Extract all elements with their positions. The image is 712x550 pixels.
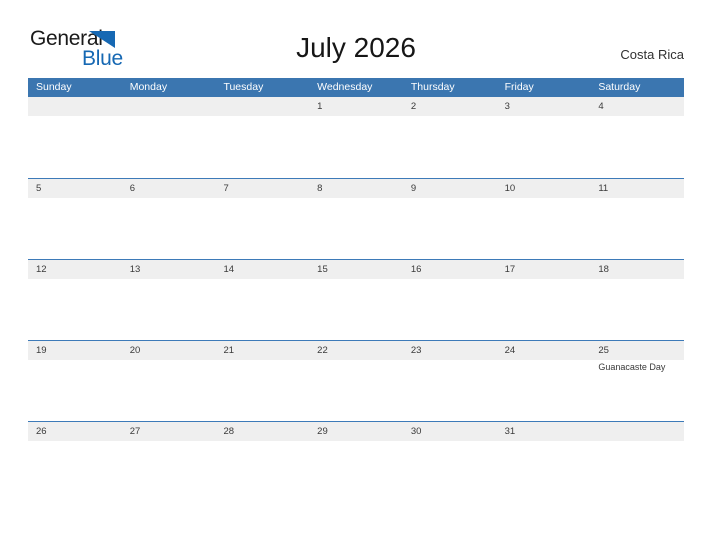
country-label: Costa Rica (620, 47, 684, 62)
day-cell-1[interactable]: 1 (309, 97, 403, 178)
day-cell-empty (590, 422, 684, 502)
page-title: July 2026 (296, 32, 416, 63)
day-number: 28 (223, 426, 235, 437)
day-cell-31[interactable]: 31 (497, 422, 591, 502)
day-number: 11 (598, 183, 609, 194)
week-cells: 5 6 7 8 9 10 11 (28, 179, 684, 259)
day-number: 3 (504, 101, 510, 112)
day-cell-14[interactable]: 14 (215, 260, 309, 340)
day-cell-30[interactable]: 30 (403, 422, 497, 502)
day-cell-19[interactable]: 19 (28, 341, 122, 421)
day-number (28, 97, 122, 116)
week-row: 12 13 14 15 16 17 18 (28, 259, 684, 340)
day-number: 17 (504, 264, 516, 275)
day-cell-24[interactable]: 24 (497, 341, 591, 421)
calendar-grid: Sunday Monday Tuesday Wednesday Thursday Frid… (28, 78, 684, 502)
day-cell-6[interactable]: 6 (122, 179, 216, 259)
day-cell-23[interactable]: 23 (403, 341, 497, 421)
day-number (122, 97, 216, 116)
day-number: 4 (598, 101, 604, 112)
day-number: 19 (36, 345, 47, 356)
day-cell-29[interactable]: 29 (309, 422, 403, 502)
day-number: 16 (410, 264, 422, 275)
week-cells: 1 2 3 4 (28, 97, 684, 178)
day-cell-5[interactable]: 5 (28, 179, 122, 259)
day-number: 31 (504, 426, 516, 437)
day-number: 23 (410, 345, 422, 356)
day-number: 26 (36, 426, 47, 437)
day-cell-11[interactable]: 11 (590, 179, 684, 259)
day-number: 6 (129, 183, 136, 194)
day-number (590, 422, 684, 441)
day-number: 30 (410, 426, 422, 437)
day-cell-26[interactable]: 26 (28, 422, 122, 502)
day-cell-15[interactable]: 15 (309, 260, 403, 340)
week-row: 19 20 21 22 23 24 25 Guanacaste Day (28, 340, 684, 421)
day-number: 27 (129, 426, 141, 437)
weekday-header-wednesday: Wednesday (317, 81, 373, 93)
day-number: 29 (317, 426, 328, 437)
day-cell-13[interactable]: 13 (122, 260, 216, 340)
day-number: 20 (129, 345, 141, 356)
day-number: 24 (504, 345, 516, 356)
day-cell-2[interactable]: 2 (403, 97, 497, 178)
week-cells: 12 13 14 15 16 17 18 (28, 260, 684, 340)
weekday-header-sunday: Sunday (36, 81, 72, 93)
day-cell-16[interactable]: 16 (403, 260, 497, 340)
day-number: 13 (129, 264, 141, 275)
day-cell-27[interactable]: 27 (122, 422, 216, 502)
day-number: 7 (223, 183, 229, 194)
day-number: 5 (36, 183, 42, 194)
page-header: General Blue July 2026 Costa Rica (0, 0, 712, 78)
week-row: 1 2 3 4 (28, 97, 684, 178)
day-cell-22[interactable]: 22 (309, 341, 403, 421)
day-number: 1 (317, 101, 323, 112)
day-cell-18[interactable]: 18 (590, 260, 684, 340)
day-cell-25[interactable]: 25 Guanacaste Day (590, 341, 684, 421)
day-cell-empty (122, 97, 216, 178)
week-cells: 26 27 28 29 30 31 (28, 422, 684, 502)
weekday-header-friday: Friday (504, 81, 534, 93)
day-number: 15 (317, 264, 328, 275)
day-number: 8 (317, 183, 323, 194)
day-cell-7[interactable]: 7 (215, 179, 309, 259)
weekday-header-monday: Monday (129, 81, 168, 93)
day-number: 10 (504, 183, 516, 194)
day-cell-8[interactable]: 8 (309, 179, 403, 259)
calendar-weeks: 1 2 3 4 5 6 7 8 9 10 11 12 13 14 15 16 17 18 19 20 21 22 23 24 2… (28, 97, 684, 502)
day-cell-4[interactable]: 4 (590, 97, 684, 178)
day-cell-12[interactable]: 12 (28, 260, 122, 340)
day-number: 2 (410, 101, 417, 112)
weekday-header-thursday: Thursday (410, 81, 455, 93)
weekday-header-row: Sunday Monday Tuesday Wednesday Thursday Frid… (28, 78, 684, 97)
day-cell-empty (28, 97, 122, 178)
week-cells: 19 20 21 22 23 24 25 Guanacaste Day (28, 341, 684, 421)
day-number: 25 (598, 345, 609, 356)
day-cell-28[interactable]: 28 (215, 422, 309, 502)
day-cell-17[interactable]: 17 (497, 260, 591, 340)
day-cell-empty (215, 97, 309, 178)
day-number: 12 (36, 264, 47, 275)
week-row: 26 27 28 29 30 31 (28, 421, 684, 502)
day-cell-3[interactable]: 3 (497, 97, 591, 178)
day-cell-9[interactable]: 9 (403, 179, 497, 259)
day-number (215, 97, 309, 116)
day-events: Guanacaste Day (590, 360, 684, 373)
day-cell-10[interactable]: 10 (497, 179, 591, 259)
day-cell-21[interactable]: 21 (215, 341, 309, 421)
day-number: 21 (223, 345, 235, 356)
weekday-header-saturday: Saturday (598, 81, 641, 93)
day-number: 9 (410, 183, 417, 194)
week-row: 5 6 7 8 9 10 11 (28, 178, 684, 259)
day-cell-20[interactable]: 20 (122, 341, 216, 421)
holiday-label: Guanacaste Day (598, 362, 666, 372)
weekday-header-tuesday: Tuesday (223, 81, 264, 93)
day-number: 14 (223, 264, 235, 275)
day-number: 22 (317, 345, 328, 356)
day-number: 18 (598, 264, 609, 275)
